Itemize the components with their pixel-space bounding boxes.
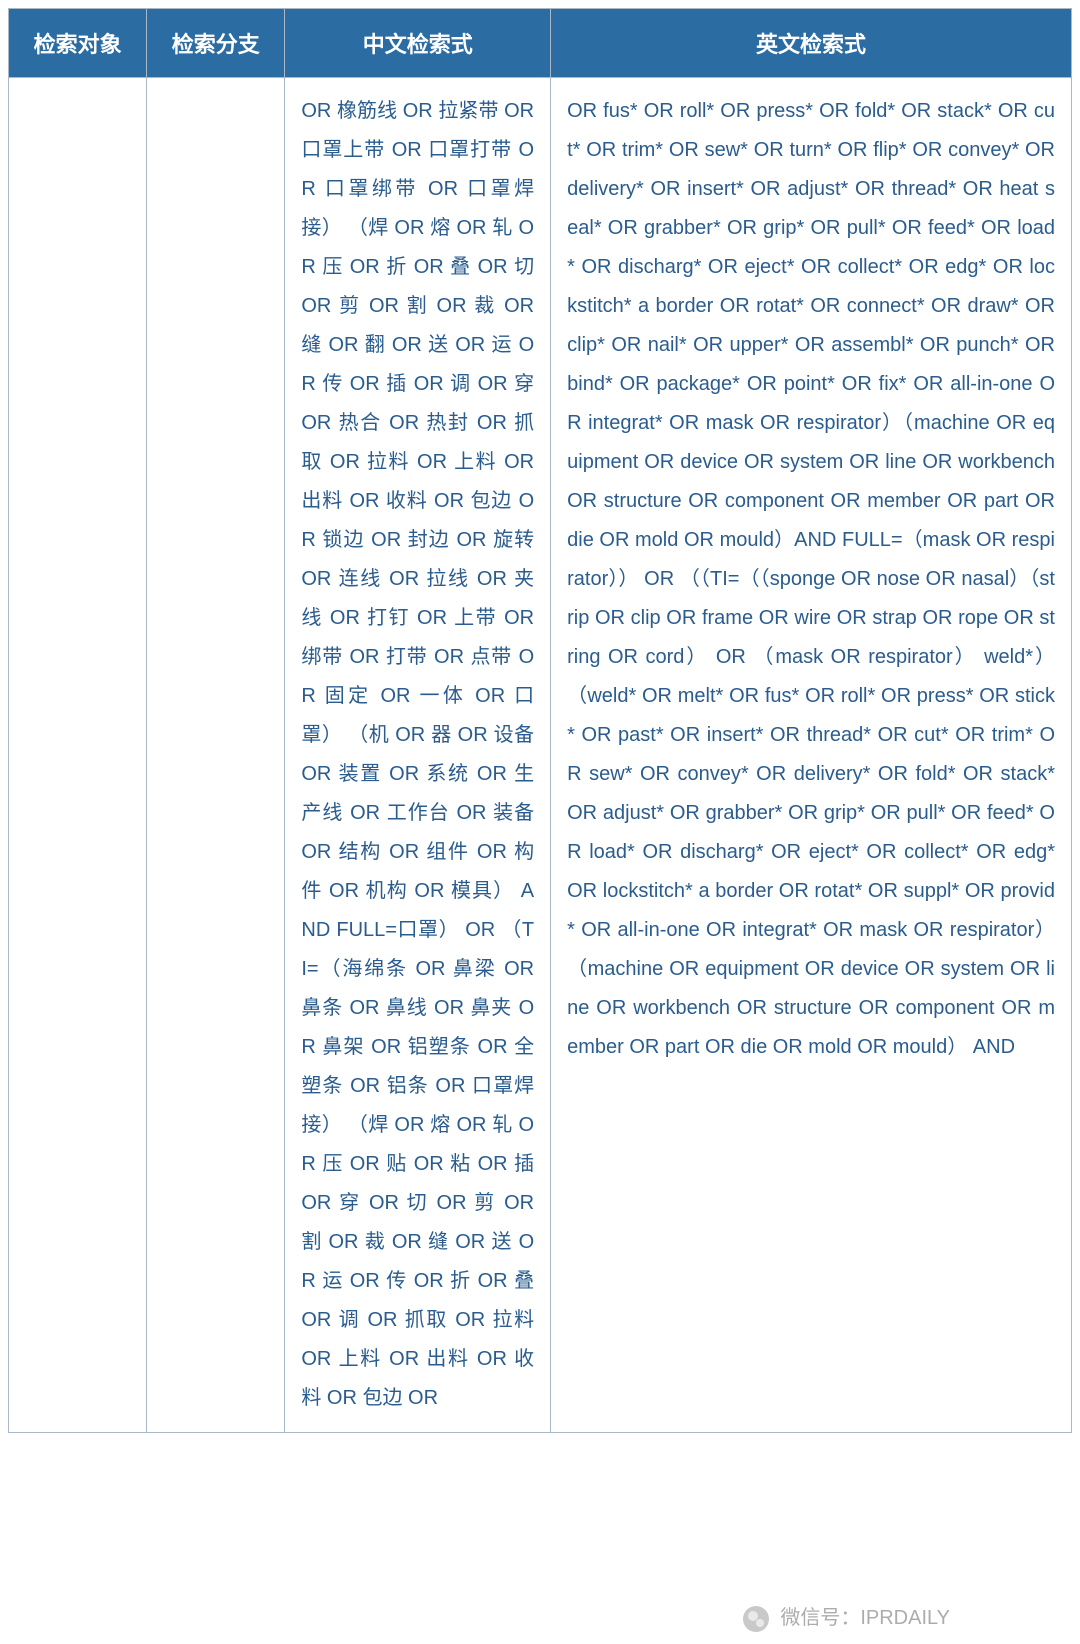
table-row: OR 橡筋线 OR 拉紧带 OR 口罩上带 OR 口罩打带 OR 口罩绑带 OR… — [9, 78, 1072, 1433]
watermark-text: 微信号：IPRDAILY — [780, 1607, 950, 1629]
wechat-icon — [743, 1606, 769, 1632]
watermark: 微信号：IPRDAILY — [743, 1601, 950, 1632]
header-search-branch: 检索分支 — [147, 9, 285, 78]
search-query-table: 检索对象 检索分支 中文检索式 英文检索式 OR 橡筋线 OR 拉紧带 OR 口… — [8, 8, 1072, 1433]
cell-english-query: OR fus* OR roll* OR press* OR fold* OR s… — [551, 78, 1072, 1433]
header-search-object: 检索对象 — [9, 9, 147, 78]
cell-chinese-query: OR 橡筋线 OR 拉紧带 OR 口罩上带 OR 口罩打带 OR 口罩绑带 OR… — [285, 78, 551, 1433]
header-chinese-query: 中文检索式 — [285, 9, 551, 78]
header-english-query: 英文检索式 — [551, 9, 1072, 78]
cell-search-branch — [147, 78, 285, 1433]
table-header-row: 检索对象 检索分支 中文检索式 英文检索式 — [9, 9, 1072, 78]
cell-search-object — [9, 78, 147, 1433]
